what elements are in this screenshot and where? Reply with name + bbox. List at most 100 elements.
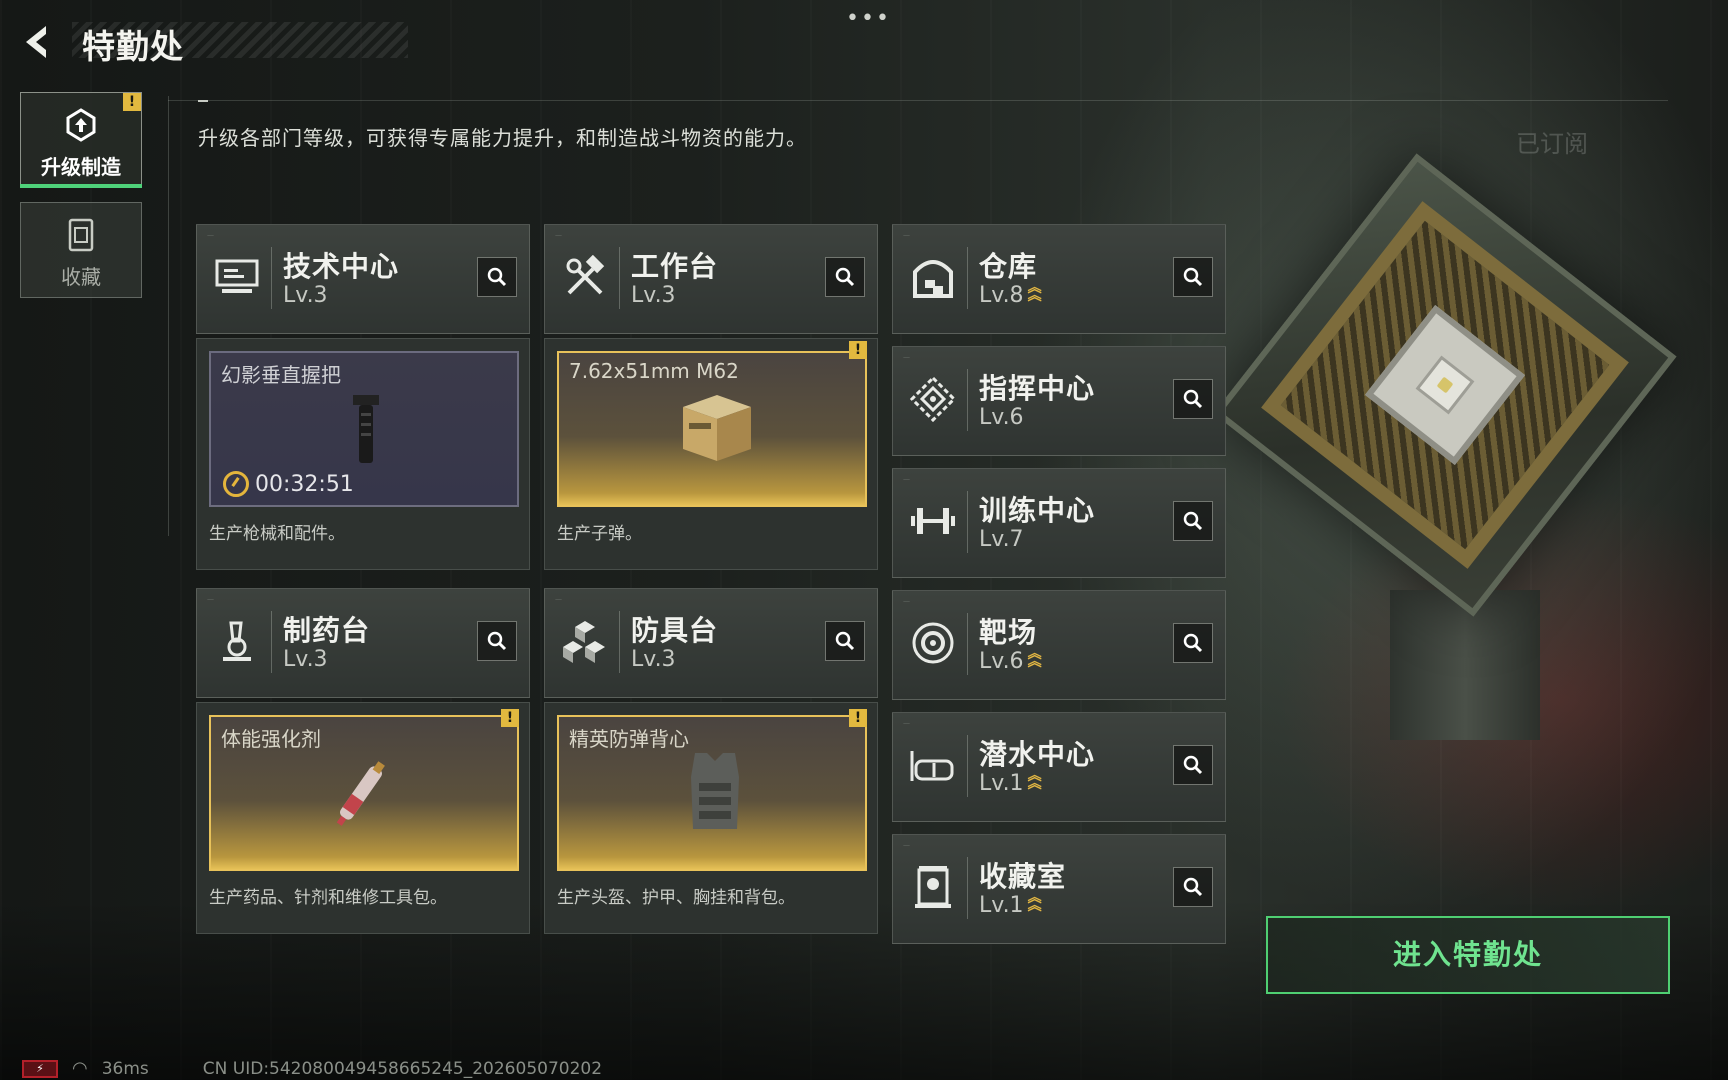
nav-collection-label: 收藏 xyxy=(61,265,101,289)
computer-icon xyxy=(211,251,263,303)
dept-level-text: Lv.7 xyxy=(979,527,1024,552)
dept-level: Lv.3 xyxy=(631,283,676,308)
divider-accent xyxy=(198,100,208,102)
dept-name: 防具台 xyxy=(631,614,719,647)
dept-card-training-center[interactable]: — 训练中心 Lv.7 xyxy=(892,468,1226,578)
production-panel-pharmacy[interactable]: 体能强化剂 ! 生产药品、针剂和维修工具包。 xyxy=(196,702,530,934)
dept-card-shooting-range[interactable]: — 靶场 Lv.6 ︽ ︽ xyxy=(892,590,1226,700)
wifi-icon: ◠ xyxy=(72,1058,88,1079)
inspect-button[interactable] xyxy=(1173,257,1213,297)
search-icon xyxy=(487,631,507,651)
dept-level: Lv.3 xyxy=(283,283,328,308)
production-panel-armor[interactable]: 精英防弹背心 ! 生产头盔、护甲、胸挂和背包。 xyxy=(544,702,878,934)
ready-alert-badge: ! xyxy=(849,341,867,359)
collection-jar-icon xyxy=(63,217,99,253)
card-corner-mark: — xyxy=(903,597,910,605)
dept-level-text: Lv.3 xyxy=(631,647,676,672)
dept-name: 潜水中心 xyxy=(979,738,1096,771)
vault-cube-artwork xyxy=(1213,153,1677,740)
search-icon xyxy=(835,631,855,651)
nav-upgrade-craft[interactable]: 升级制造 ! xyxy=(20,92,142,188)
inspect-button[interactable] xyxy=(477,257,517,297)
dept-level-text: Lv.6 xyxy=(979,649,1024,674)
inspect-button[interactable] xyxy=(1173,501,1213,541)
card-corner-mark: — xyxy=(207,231,214,239)
dept-card-diving-center[interactable]: — 潜水中心 Lv.1 ︽ ︽ xyxy=(892,712,1226,822)
dept-level-text: Lv.3 xyxy=(283,283,328,308)
search-icon xyxy=(1183,511,1203,531)
card-corner-mark: — xyxy=(207,595,214,603)
card-corner-mark: — xyxy=(903,475,910,483)
inspect-button[interactable] xyxy=(477,621,517,661)
production-slot[interactable]: 体能强化剂 xyxy=(209,715,519,871)
back-arrow-icon xyxy=(26,26,46,58)
display-case-icon xyxy=(907,861,959,913)
production-panel-workbench[interactable]: 7.62x51mm M62 ! 生产子弹。 xyxy=(544,338,878,570)
timer-wrench-icon xyxy=(223,471,249,497)
inspect-button[interactable] xyxy=(1173,623,1213,663)
card-separator xyxy=(967,857,968,919)
dept-level-text: Lv.8 xyxy=(979,283,1024,308)
upgrade-available-icon: ︽ ︽ xyxy=(1027,890,1042,914)
dept-card-storage[interactable]: — 仓库 Lv.8 ︽ ︽ xyxy=(892,224,1226,334)
card-corner-mark: — xyxy=(903,353,910,361)
dept-card-collection-room[interactable]: — 收藏室 Lv.1 ︽ ︽ xyxy=(892,834,1226,944)
production-item-name: 精英防弹背心 xyxy=(569,727,689,751)
dept-name: 靶场 xyxy=(979,616,1038,649)
vault-core-light xyxy=(1436,376,1454,394)
dumbbell-icon xyxy=(907,495,959,547)
vault-pillar xyxy=(1390,590,1540,740)
enter-special-ops-button[interactable]: 进入特勤处 xyxy=(1266,916,1670,994)
dept-level: Lv.3 xyxy=(283,647,328,672)
production-panel-tech[interactable]: 幻影垂直握把 00:32:51 生产枪械和配件。 xyxy=(196,338,530,570)
dept-level: Lv.8 ︽ ︽ xyxy=(979,281,1042,308)
dept-name: 仓库 xyxy=(979,250,1038,283)
nav-collection[interactable]: 收藏 xyxy=(20,202,142,298)
hammer-wrench-icon xyxy=(559,251,611,303)
production-slot[interactable]: 幻影垂直握把 00:32:51 xyxy=(209,351,519,507)
upgrade-available-icon: ︽ ︽ xyxy=(1027,646,1042,670)
player-uid: CN UID:5420800494586652​45_202605070202 xyxy=(202,1058,603,1079)
card-corner-mark: — xyxy=(903,231,910,239)
dept-name: 制药台 xyxy=(283,614,371,647)
divider-vertical xyxy=(168,96,169,536)
inspect-button[interactable] xyxy=(825,257,865,297)
nav-upgrade-craft-label: 升级制造 xyxy=(41,155,121,179)
page-title: 特勤处 xyxy=(82,27,184,66)
dept-level: Lv.1 ︽ ︽ xyxy=(979,769,1042,796)
dept-card-pharmacy[interactable]: — 制药台 Lv.3 xyxy=(196,588,530,698)
inspect-button[interactable] xyxy=(1173,745,1213,785)
microscope-icon xyxy=(211,615,263,667)
dept-card-armor[interactable]: — 防具台 Lv.3 xyxy=(544,588,878,698)
inspect-button[interactable] xyxy=(1173,867,1213,907)
production-slot[interactable]: 7.62x51mm M62 xyxy=(557,351,867,507)
dept-card-command-center[interactable]: — 指挥中心 Lv.6 xyxy=(892,346,1226,456)
upgrade-gear-icon xyxy=(63,107,99,143)
dept-name: 工作台 xyxy=(631,250,719,283)
dept-name: 收藏室 xyxy=(979,860,1067,893)
card-separator xyxy=(967,491,968,553)
search-icon xyxy=(1183,267,1203,287)
dept-level: Lv.6 ︽ ︽ xyxy=(979,646,1042,674)
card-corner-mark: — xyxy=(903,719,910,727)
production-item-name: 体能强化剂 xyxy=(221,727,321,751)
production-description: 生产药品、针剂和维修工具包。 xyxy=(209,888,447,908)
vault-ring-inner xyxy=(1364,304,1526,466)
dept-level-text: Lv.3 xyxy=(631,283,676,308)
production-item-name: 幻影垂直握把 xyxy=(221,363,341,387)
ping-value: 36ms xyxy=(101,1058,149,1079)
back-button[interactable] xyxy=(18,22,58,62)
inspect-button[interactable] xyxy=(1173,379,1213,419)
inspect-button[interactable] xyxy=(825,621,865,661)
more-options-button[interactable]: ••• xyxy=(846,6,891,31)
card-separator xyxy=(967,735,968,797)
search-icon xyxy=(487,267,507,287)
dept-level-text: Lv.1 xyxy=(979,771,1024,796)
dept-level-text: Lv.1 xyxy=(979,893,1024,918)
production-slot[interactable]: 精英防弹背心 xyxy=(557,715,867,871)
dept-card-tech-center[interactable]: — 技术中心 Lv.3 xyxy=(196,224,530,334)
dept-card-workbench[interactable]: — 工作台 Lv.3 xyxy=(544,224,878,334)
divider-horizontal xyxy=(168,100,1668,101)
card-separator xyxy=(619,611,620,673)
dept-name: 技术中心 xyxy=(283,250,400,283)
